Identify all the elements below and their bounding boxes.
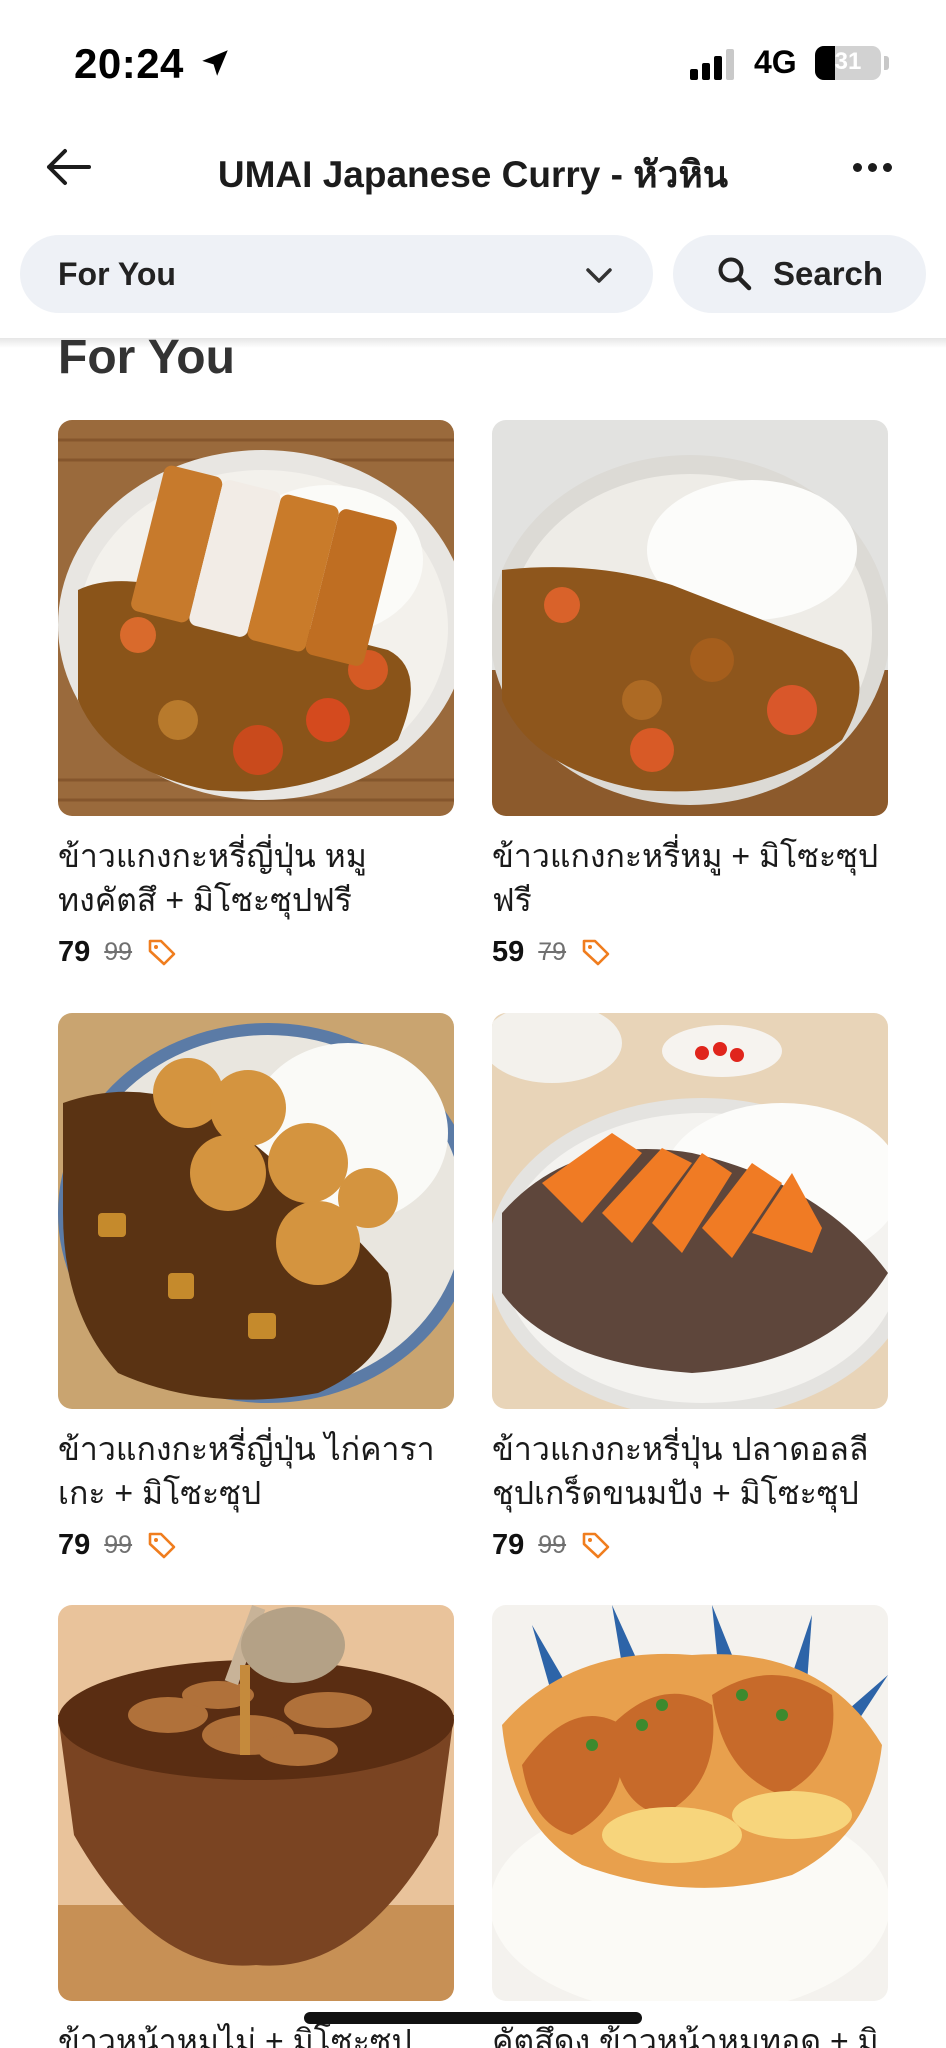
- menu-item-card[interactable]: คัตสึดง ข้าวหน้าหมูทอด + มิ: [492, 1605, 888, 2048]
- battery-icon: 31: [815, 46, 881, 80]
- food-image-pork-bowl: [58, 1605, 454, 2001]
- discount-tag-icon: [582, 939, 610, 966]
- food-image-fried-fish-curry: [492, 1013, 888, 1409]
- menu-item-old-price: 99: [538, 1530, 567, 1559]
- section-title: For You: [58, 331, 235, 384]
- menu-item-old-price: 99: [104, 1530, 133, 1559]
- menu-item-price: 79: [58, 1528, 91, 1561]
- arrow-left-icon: [47, 149, 91, 185]
- menu-item-card[interactable]: ข้าวแกงกะหรี่ปุ่น ปลาดอลลีชุปเกร็ดขนมปัง…: [492, 1013, 888, 1565]
- food-image-pork-katsu-curry: [58, 420, 454, 816]
- network-type: 4G: [754, 44, 797, 80]
- page-title: UMAI Japanese Curry - หัวหิน: [217, 154, 729, 195]
- menu-item-name: ข้าวแกงกะหรี่ปุ่น ปลาดอลลีชุปเกร็ดขนมปัง…: [492, 1431, 869, 1511]
- menu-item-name: ข้าวแกงกะหรี่หมู + มิโซะซุปฟรี: [492, 838, 879, 918]
- price-row: 79 99: [492, 1525, 888, 1565]
- back-button[interactable]: [40, 139, 96, 195]
- menu-item-name: ข้าวแกงกะหรี่ญี่ปุ่น ไก่คาราเกะ + มิโซะซ…: [58, 1431, 435, 1511]
- menu-item-old-price: 99: [104, 937, 133, 966]
- menu-item-card[interactable]: ข้าวหน้าหมูไม่ + มิโซะซุป: [58, 1605, 454, 2048]
- menu-item-price: 79: [492, 1528, 525, 1561]
- food-image-chicken-karaage-curry: [58, 1013, 454, 1409]
- category-dropdown-label: For You: [58, 255, 176, 292]
- price-row: 59 79: [492, 932, 888, 972]
- battery-percent: 31: [834, 48, 862, 75]
- menu-page: 20:24 4G 31 UMAI Japanese Curry - หัวหิน: [0, 0, 946, 2048]
- dot-icon: [882, 162, 892, 172]
- battery-cap: [884, 56, 889, 70]
- filter-bar: For You Search: [0, 235, 946, 315]
- food-image-katsudon: [492, 1605, 888, 2001]
- menu-item-card[interactable]: ข้าวแกงกะหรี่หมู + มิโซะซุปฟรี 59 79: [492, 420, 888, 972]
- nav-header: UMAI Japanese Curry - หัวหิน: [0, 125, 946, 217]
- status-time: 20:24: [74, 40, 184, 87]
- discount-tag-icon: [148, 939, 176, 966]
- search-button-label: Search: [773, 255, 884, 292]
- location-arrow-icon: [202, 50, 228, 76]
- search-button[interactable]: Search: [673, 235, 926, 313]
- price-row: 79 99: [58, 1525, 454, 1565]
- menu-item-card[interactable]: ข้าวแกงกะหรี่ญี่ปุ่น หมูทงคัตสึ + มิโซะซ…: [58, 420, 454, 972]
- status-bar: 20:24 4G 31: [0, 0, 946, 125]
- menu-item-price: 59: [492, 935, 525, 968]
- discount-tag-icon: [582, 1532, 610, 1559]
- signal-icon: [690, 48, 738, 80]
- price-row: 79 99: [58, 932, 454, 972]
- dot-icon: [852, 162, 862, 172]
- search-icon: [718, 257, 752, 291]
- dot-icon: [867, 162, 877, 172]
- discount-tag-icon: [148, 1532, 176, 1559]
- home-indicator: [304, 2012, 642, 2024]
- food-image-pork-curry: [492, 420, 888, 816]
- category-dropdown[interactable]: For You: [20, 235, 653, 313]
- menu-item-card[interactable]: ข้าวแกงกะหรี่ญี่ปุ่น ไก่คาราเกะ + มิโซะซ…: [58, 1013, 454, 1565]
- menu-item-name: ข้าวแกงกะหรี่ญี่ปุ่น หมูทงคัตสึ + มิโซะซ…: [58, 838, 367, 918]
- more-options-button[interactable]: [844, 139, 900, 195]
- chevron-down-icon: [586, 268, 612, 283]
- menu-item-old-price: 79: [538, 937, 567, 966]
- menu-item-price: 79: [58, 935, 91, 968]
